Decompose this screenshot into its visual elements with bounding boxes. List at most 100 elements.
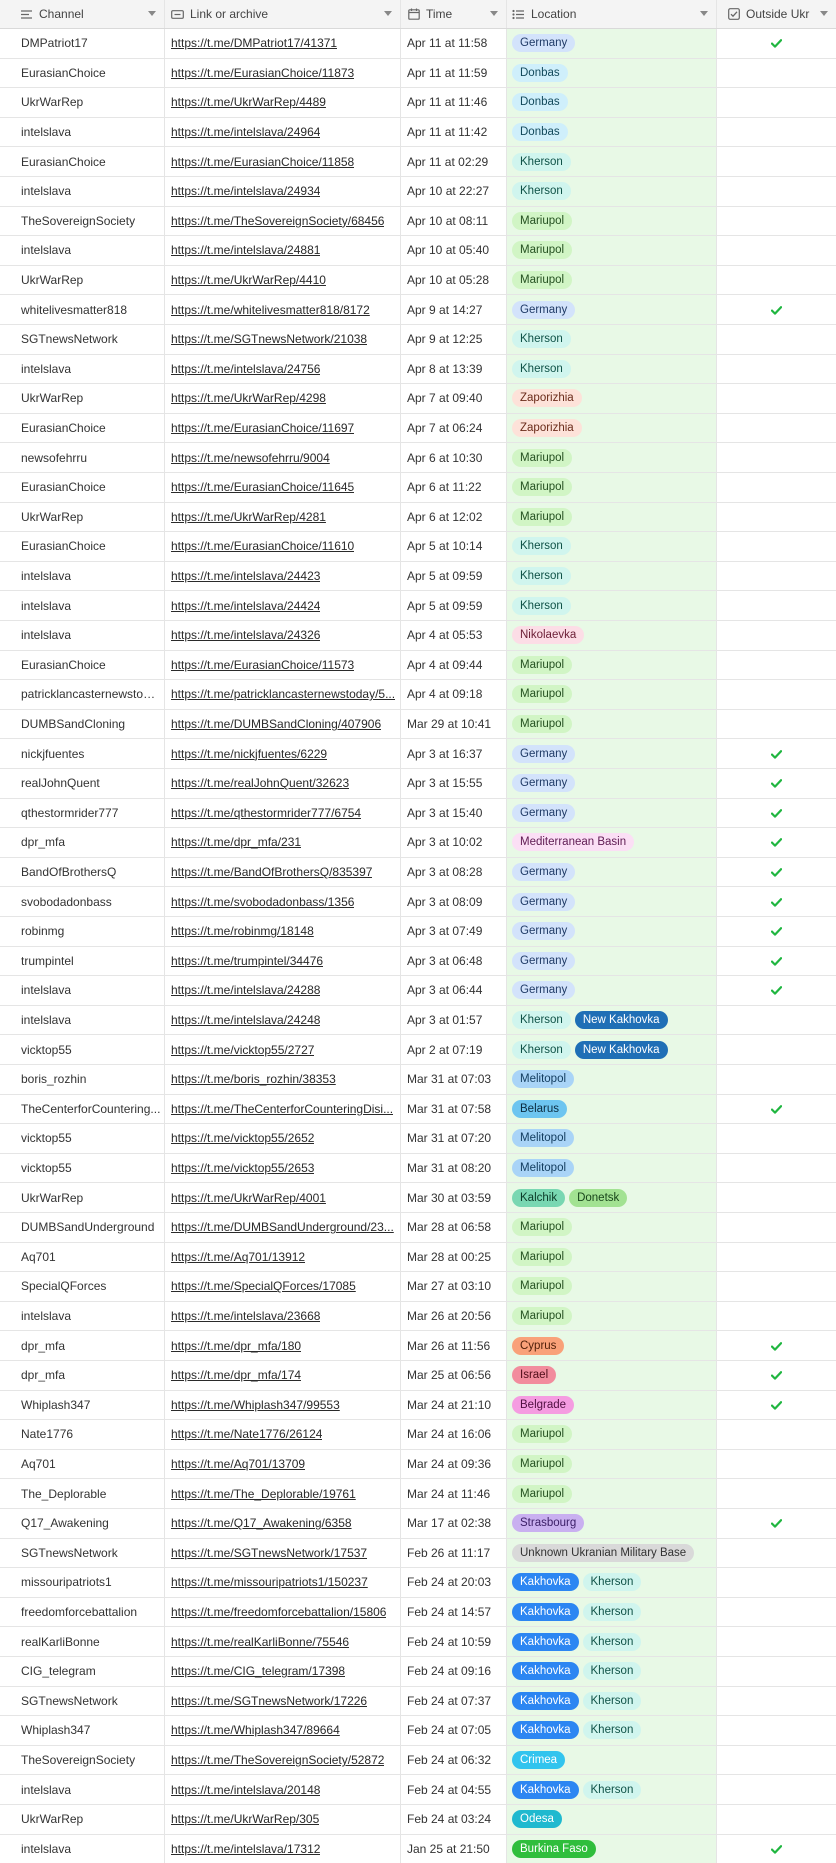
table-row[interactable]: realKarliBonne https://t.me/realKarliBonn…: [0, 1627, 836, 1657]
location-cell[interactable]: Melitopol: [507, 1153, 717, 1183]
table-row[interactable]: CIG_telegram https://t.me/CIG_telegram/17…: [0, 1657, 836, 1687]
outside-ukr-cell[interactable]: [717, 325, 836, 354]
link-cell[interactable]: https://t.me/intelslava/24326: [165, 621, 401, 650]
outside-ukr-cell[interactable]: [717, 562, 836, 591]
time-cell[interactable]: Apr 3 at 06:44: [401, 976, 507, 1005]
table-row[interactable]: EurasianChoice https://t.me/EurasianChoic…: [0, 413, 836, 444]
link-url[interactable]: https://t.me/trumpintel/34476: [171, 954, 323, 968]
link-url[interactable]: https://t.me/boris_rozhin/38353: [171, 1072, 336, 1086]
link-url[interactable]: https://t.me/intelslava/24424: [171, 599, 320, 613]
channel-cell[interactable]: EurasianChoice: [0, 532, 165, 561]
time-cell[interactable]: Mar 24 at 11:46: [401, 1479, 507, 1508]
link-cell[interactable]: https://t.me/dpr_mfa/174: [165, 1361, 401, 1390]
table-row[interactable]: UkrWarRep https://t.me/UkrWarRep/305 Feb 2…: [0, 1805, 836, 1835]
table-row[interactable]: nickjfuentes https://t.me/nickjfuentes/62…: [0, 739, 836, 769]
table-row[interactable]: patricklancasternewstoday https://t.me/pa…: [0, 680, 836, 710]
channel-cell[interactable]: whitelivesmatter818: [0, 295, 165, 324]
location-cell[interactable]: Kakhovka Kherson: [507, 1568, 717, 1597]
time-cell[interactable]: Apr 3 at 15:55: [401, 769, 507, 798]
table-row[interactable]: TheCenterforCountering... https://t.me/Th…: [0, 1094, 836, 1125]
location-cell[interactable]: Donbas: [507, 117, 717, 147]
channel-cell[interactable]: vicktop55: [0, 1124, 165, 1153]
time-cell[interactable]: Apr 11 at 11:59: [401, 58, 507, 88]
link-cell[interactable]: https://t.me/realKarliBonne/75546: [165, 1627, 401, 1656]
time-cell[interactable]: Feb 24 at 07:05: [401, 1716, 507, 1745]
link-cell[interactable]: https://t.me/qthestormrider777/6754: [165, 798, 401, 828]
table-row[interactable]: boris_rozhin https://t.me/boris_rozhin/38…: [0, 1065, 836, 1095]
link-cell[interactable]: https://t.me/UkrWarRep/4298: [165, 384, 401, 413]
table-row[interactable]: intelslava https://t.me/intelslava/24288 A…: [0, 976, 836, 1006]
link-cell[interactable]: https://t.me/intelslava/20148: [165, 1775, 401, 1804]
channel-cell[interactable]: intelslava: [0, 354, 165, 384]
location-cell[interactable]: Mariupol: [507, 1420, 717, 1449]
location-cell[interactable]: Germany: [507, 769, 717, 798]
link-cell[interactable]: https://t.me/EurasianChoice/11573: [165, 650, 401, 680]
link-url[interactable]: https://t.me/DMPatriot17/41371: [171, 36, 337, 50]
location-cell[interactable]: Germany: [507, 857, 717, 887]
link-url[interactable]: https://t.me/intelslava/24964: [171, 125, 320, 139]
chevron-down-icon[interactable]: [384, 11, 392, 16]
table-row[interactable]: Whiplash347 https://t.me/Whiplash347/8966…: [0, 1716, 836, 1746]
outside-ukr-cell[interactable]: [717, 887, 836, 916]
table-row[interactable]: Q17_Awakening https://t.me/Q17_Awakening/…: [0, 1509, 836, 1539]
outside-ukr-cell[interactable]: [717, 532, 836, 561]
table-row[interactable]: intelslava https://t.me/intelslava/24424 A…: [0, 591, 836, 621]
link-url[interactable]: https://t.me/newsofehrru/9004: [171, 451, 330, 465]
link-url[interactable]: https://t.me/svobodadonbass/1356: [171, 895, 354, 909]
time-cell[interactable]: Feb 24 at 10:59: [401, 1627, 507, 1656]
table-row[interactable]: intelslava https://t.me/intelslava/17312 J…: [0, 1834, 836, 1863]
location-cell[interactable]: Mariupol: [507, 443, 717, 472]
table-row[interactable]: intelslava https://t.me/intelslava/24756 A…: [0, 354, 836, 385]
table-row[interactable]: intelslava https://t.me/intelslava/23668 M…: [0, 1301, 836, 1332]
link-cell[interactable]: https://t.me/svobodadonbass/1356: [165, 887, 401, 916]
link-url[interactable]: https://t.me/Nate1776/26124: [171, 1427, 322, 1441]
outside-ukr-cell[interactable]: [717, 1065, 836, 1094]
outside-ukr-cell[interactable]: [717, 1391, 836, 1420]
time-cell[interactable]: Apr 11 at 11:42: [401, 117, 507, 147]
channel-cell[interactable]: TheCenterforCountering...: [0, 1094, 165, 1124]
channel-cell[interactable]: SGTnewsNetwork: [0, 1686, 165, 1716]
channel-cell[interactable]: intelslava: [0, 591, 165, 620]
outside-ukr-cell[interactable]: [717, 1568, 836, 1597]
table-row[interactable]: missouripatriots1 https://t.me/missouripa…: [0, 1568, 836, 1598]
link-url[interactable]: https://t.me/realKarliBonne/75546: [171, 1635, 349, 1649]
time-cell[interactable]: Feb 26 at 11:17: [401, 1538, 507, 1568]
location-cell[interactable]: Mariupol: [507, 650, 717, 680]
outside-ukr-cell[interactable]: [717, 858, 836, 887]
time-cell[interactable]: Feb 24 at 03:24: [401, 1805, 507, 1834]
time-cell[interactable]: Mar 30 at 03:59: [401, 1183, 507, 1212]
location-cell[interactable]: Mariupol: [507, 1449, 717, 1479]
link-cell[interactable]: https://t.me/nickjfuentes/6229: [165, 739, 401, 768]
time-cell[interactable]: Apr 6 at 12:02: [401, 502, 507, 532]
channel-cell[interactable]: intelslava: [0, 236, 165, 265]
channel-cell[interactable]: vicktop55: [0, 1035, 165, 1064]
outside-ukr-cell[interactable]: [717, 976, 836, 1005]
location-cell[interactable]: Kakhovka Kherson: [507, 1716, 717, 1745]
location-cell[interactable]: Kherson New Kakhovka: [507, 1035, 717, 1064]
channel-cell[interactable]: EurasianChoice: [0, 413, 165, 443]
time-cell[interactable]: Apr 3 at 08:28: [401, 857, 507, 887]
table-row[interactable]: intelslava https://t.me/intelslava/24964 A…: [0, 117, 836, 148]
time-cell[interactable]: Apr 3 at 16:37: [401, 739, 507, 768]
time-cell[interactable]: Apr 2 at 07:19: [401, 1035, 507, 1064]
outside-ukr-cell[interactable]: [717, 1183, 836, 1212]
table-row[interactable]: intelslava https://t.me/intelslava/20148 F…: [0, 1775, 836, 1805]
channel-cell[interactable]: DMPatriot17: [0, 29, 165, 58]
channel-cell[interactable]: SpecialQForces: [0, 1272, 165, 1301]
channel-cell[interactable]: UkrWarRep: [0, 502, 165, 532]
link-cell[interactable]: https://t.me/UkrWarRep/4489: [165, 88, 401, 117]
link-url[interactable]: https://t.me/UkrWarRep/4001: [171, 1191, 326, 1205]
table-row[interactable]: intelslava https://t.me/intelslava/24423 A…: [0, 561, 836, 592]
location-cell[interactable]: Unknown Ukranian Military Base: [507, 1538, 717, 1568]
link-cell[interactable]: https://t.me/intelslava/23668: [165, 1301, 401, 1331]
outside-ukr-cell[interactable]: [717, 1035, 836, 1064]
time-cell[interactable]: Mar 28 at 00:25: [401, 1242, 507, 1272]
link-url[interactable]: https://t.me/TheSovereignSociety/52872: [171, 1753, 384, 1767]
time-cell[interactable]: Apr 4 at 05:53: [401, 621, 507, 650]
outside-ukr-cell[interactable]: [717, 651, 836, 680]
outside-ukr-cell[interactable]: [717, 503, 836, 532]
link-url[interactable]: https://t.me/vicktop55/2653: [171, 1161, 314, 1175]
time-cell[interactable]: Apr 5 at 10:14: [401, 532, 507, 561]
link-cell[interactable]: https://t.me/whitelivesmatter818/8172: [165, 295, 401, 324]
link-url[interactable]: https://t.me/CIG_telegram/17398: [171, 1664, 345, 1678]
